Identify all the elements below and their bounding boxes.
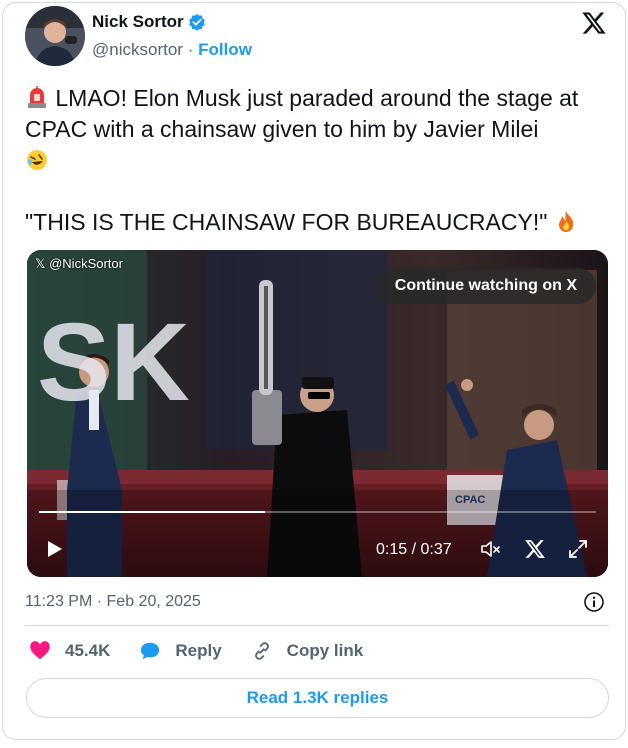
video-time: 0:15 / 0:37 <box>376 541 452 559</box>
copy-link-label: Copy link <box>286 641 364 660</box>
continue-watching-button[interactable]: Continue watching on X <box>375 268 596 304</box>
time-total: 0:37 <box>420 541 452 558</box>
copy-link-button[interactable]: Copy link <box>251 640 364 662</box>
video-watermark: 𝕏 @NickSortor <box>35 256 123 272</box>
info-icon[interactable] <box>583 591 605 613</box>
tweet-card: Nick Sortor @nicksortor · Follow LMAO! E… <box>2 2 626 740</box>
action-bar: 45.4K Reply Copy link <box>29 640 392 662</box>
tweet-text: LMAO! Elon Musk just paraded around the … <box>25 83 615 238</box>
fullscreen-icon[interactable] <box>567 538 589 560</box>
author-handle[interactable]: @nicksortor <box>92 40 183 59</box>
follow-button[interactable]: Follow <box>198 40 252 59</box>
like-count: 45.4K <box>65 641 111 660</box>
link-icon <box>254 642 269 660</box>
video-progress-fill <box>39 511 265 513</box>
reply-label: Reply <box>175 641 222 660</box>
like-button[interactable]: 45.4K <box>29 640 110 662</box>
play-icon[interactable] <box>43 538 65 560</box>
watermark-handle: @NickSortor <box>49 256 123 271</box>
handle-row: @nicksortor · Follow <box>92 40 252 60</box>
heart-icon <box>30 641 50 660</box>
rofl-emoji-icon <box>27 150 47 170</box>
verified-badge-icon <box>188 13 205 31</box>
siren-emoji-icon <box>28 86 46 108</box>
time-separator: / <box>407 541 421 558</box>
author-name-row: Nick Sortor <box>92 12 206 32</box>
avatar[interactable] <box>25 6 85 66</box>
author-name[interactable]: Nick Sortor <box>92 12 184 32</box>
video-progress-bar[interactable] <box>39 511 596 513</box>
divider <box>25 625 609 626</box>
stage-letters: SK <box>37 301 190 424</box>
timestamp-separator: · <box>96 593 103 610</box>
handle-separator: · <box>187 40 194 59</box>
video-player[interactable]: SK CPAC 𝕏 @NickSortor Continue watching … <box>27 250 608 577</box>
tweet-time: 11:23 PM <box>25 593 93 610</box>
reply-bubble-icon <box>141 642 160 660</box>
fire-emoji-icon <box>558 211 573 232</box>
read-replies-label: Read 1.3K replies <box>246 688 389 707</box>
tweet-line-2: "THIS IS THE CHAINSAW FOR BUREAUCRACY!" <box>25 209 548 235</box>
tweet-line-1: LMAO! Elon Musk just paraded around the … <box>25 85 585 142</box>
x-logo-video-icon[interactable] <box>524 538 546 560</box>
time-current: 0:15 <box>376 541 408 558</box>
mute-icon[interactable] <box>479 538 501 560</box>
x-logo-icon[interactable] <box>581 10 607 36</box>
read-replies-button[interactable]: Read 1.3K replies <box>26 678 609 718</box>
tweet-date: Feb 20, 2025 <box>106 593 201 610</box>
watermark-x-icon: 𝕏 <box>35 256 50 271</box>
reply-button[interactable]: Reply <box>139 640 222 662</box>
tweet-timestamp[interactable]: 11:23 PM · Feb 20, 2025 <box>25 593 201 611</box>
